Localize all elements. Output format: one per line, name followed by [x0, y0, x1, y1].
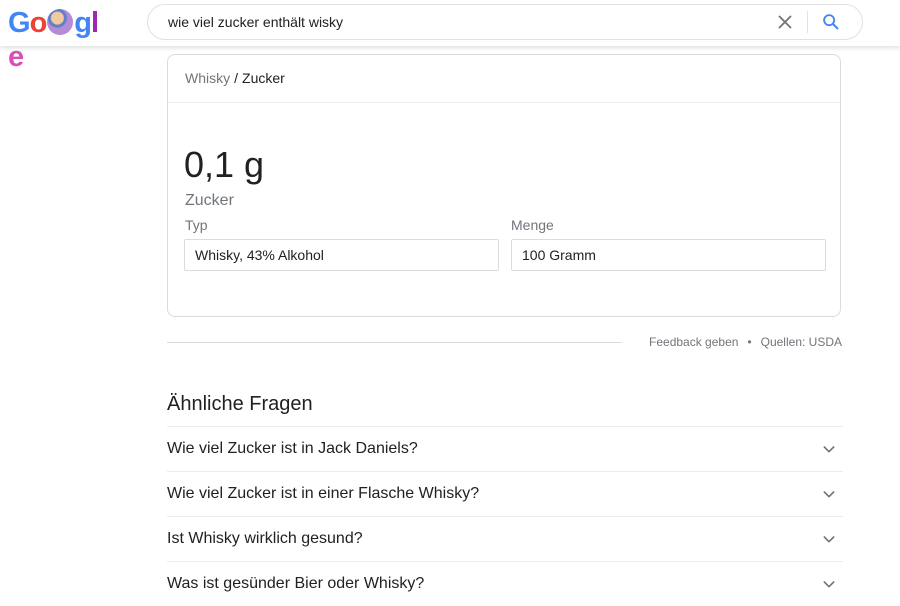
chevron-down-icon[interactable]	[821, 441, 837, 457]
type-select[interactable]: Whisky, 43% Alkohol	[184, 239, 499, 271]
sources-link[interactable]: Quellen: USDA	[761, 335, 842, 349]
related-question[interactable]: Wie viel Zucker ist in einer Flasche Whi…	[167, 471, 843, 516]
related-question[interactable]: Wie viel Zucker ist in Jack Daniels?	[167, 426, 843, 471]
related-question-text: Wie viel Zucker ist in Jack Daniels?	[167, 440, 418, 457]
nutrition-card: Whisky / Zucker 0,1 g Zucker Typ Whisky, 4…	[167, 54, 841, 317]
related-questions-title: Ähnliche Fragen	[167, 393, 313, 415]
breadcrumb: Whisky / Zucker	[185, 70, 285, 86]
search-icon[interactable]	[820, 11, 842, 33]
chevron-down-icon[interactable]	[821, 576, 837, 592]
related-question-text: Ist Whisky wirklich gesund?	[167, 530, 363, 547]
feedback-text: Feedback geben • Quellen: USDA	[649, 335, 842, 349]
related-question-text: Wie viel Zucker ist in einer Flasche Whi…	[167, 485, 480, 502]
chevron-down-icon[interactable]	[821, 486, 837, 502]
close-icon[interactable]	[774, 11, 796, 33]
logo-letter-g2: g	[74, 7, 92, 39]
related-question[interactable]: Was ist gesünder Bier oder Whisky?	[167, 561, 843, 606]
feedback-divider	[167, 342, 622, 343]
google-logo[interactable]: Go gl e	[8, 6, 106, 73]
logo-letter-l: l	[91, 7, 99, 39]
doodle-icon	[47, 9, 74, 35]
card-divider	[168, 102, 840, 103]
related-questions-list: Wie viel Zucker ist in Jack Daniels? Wie…	[167, 426, 843, 606]
amount-label: Menge	[511, 217, 554, 233]
related-question-text: Was ist gesünder Bier oder Whisky?	[167, 575, 425, 592]
feedback-link[interactable]: Feedback geben	[649, 335, 738, 349]
logo-letter-g: G	[8, 7, 31, 39]
feedback-row: Feedback geben • Quellen: USDA	[167, 332, 842, 352]
top-bar: Go gl e wie viel zucker enthält wisky	[0, 0, 900, 73]
feedback-separator: •	[747, 335, 752, 349]
search-divider	[807, 11, 808, 33]
nutrient-value: 0,1 g	[184, 144, 265, 185]
logo-letter-o: o	[29, 7, 48, 39]
chevron-down-icon[interactable]	[821, 531, 837, 547]
breadcrumb-parent-link[interactable]: Whisky	[185, 70, 230, 86]
related-question[interactable]: Ist Whisky wirklich gesund?	[167, 516, 843, 561]
nutrient-name: Zucker	[185, 192, 234, 209]
type-label: Typ	[185, 217, 208, 233]
breadcrumb-current: Zucker	[242, 70, 285, 86]
logo-letter-e: e	[8, 41, 24, 73]
amount-select[interactable]: 100 Gramm	[511, 239, 826, 271]
search-box[interactable]: wie viel zucker enthält wisky	[147, 4, 863, 40]
search-input[interactable]: wie viel zucker enthält wisky	[168, 14, 343, 30]
breadcrumb-separator: /	[234, 70, 239, 86]
